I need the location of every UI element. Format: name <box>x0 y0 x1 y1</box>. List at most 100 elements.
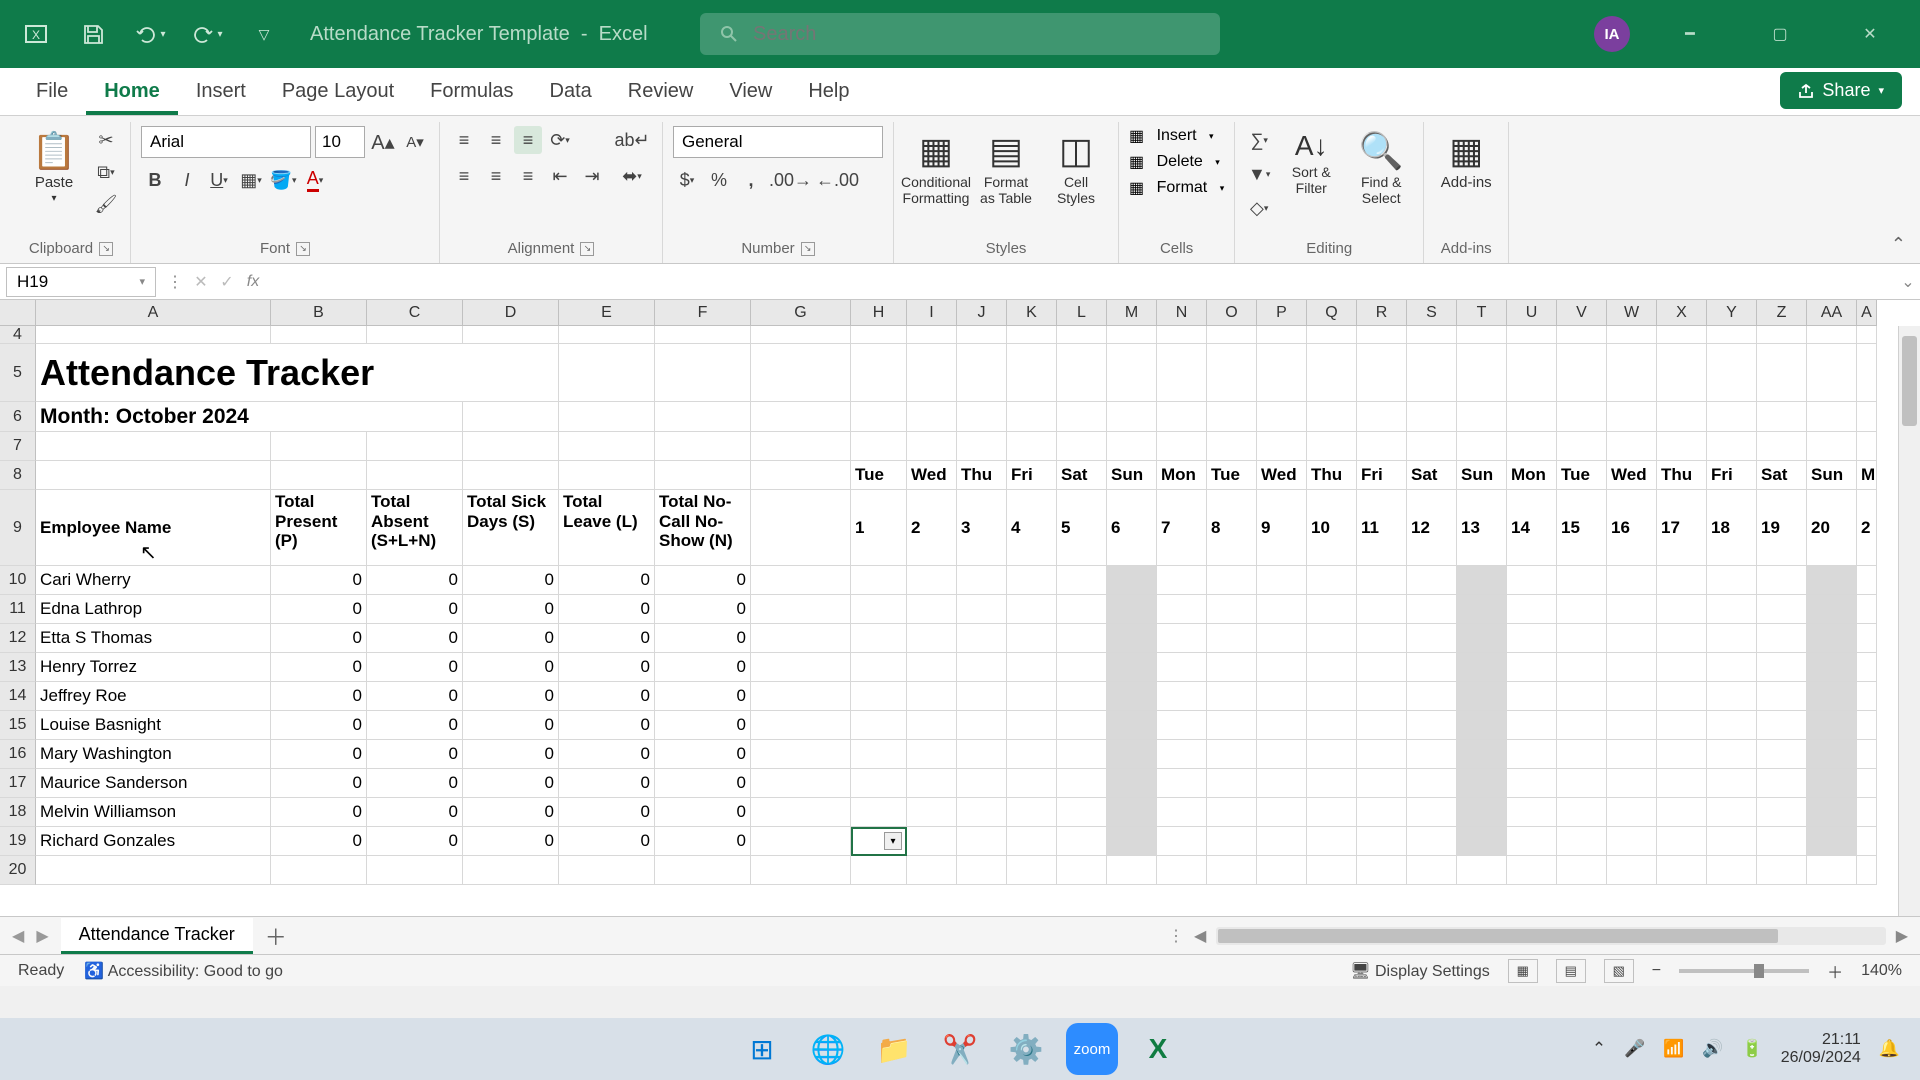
start-menu-icon[interactable]: ⊞ <box>736 1023 788 1075</box>
cell[interactable]: 0 <box>463 769 559 798</box>
cell[interactable] <box>1257 402 1307 432</box>
cell[interactable] <box>1757 856 1807 885</box>
col-header[interactable]: F <box>655 300 751 326</box>
cell[interactable] <box>1407 682 1457 711</box>
search-box[interactable] <box>700 13 1220 55</box>
cell[interactable]: M <box>1857 461 1877 490</box>
cell[interactable] <box>1107 566 1157 595</box>
cell[interactable]: 0 <box>463 827 559 856</box>
cell[interactable] <box>1107 402 1157 432</box>
display-settings-button[interactable]: 🖥 Display Settings <box>1350 961 1489 981</box>
cell[interactable] <box>1257 711 1307 740</box>
cell[interactable] <box>1307 740 1357 769</box>
col-header[interactable]: M <box>1107 300 1157 326</box>
cell[interactable] <box>751 344 851 402</box>
cell[interactable]: 0 <box>463 711 559 740</box>
cell[interactable]: 0 <box>463 624 559 653</box>
cell[interactable]: Employee Name <box>36 490 271 566</box>
cell[interactable]: 5 <box>1057 490 1107 566</box>
cancel-formula-icon[interactable]: ✕ <box>188 272 214 292</box>
cell[interactable] <box>1057 653 1107 682</box>
cell[interactable] <box>751 769 851 798</box>
cell[interactable] <box>1507 798 1557 827</box>
cell[interactable] <box>1657 711 1707 740</box>
cell[interactable] <box>1757 711 1807 740</box>
cell[interactable] <box>1057 432 1107 461</box>
cell[interactable] <box>1257 595 1307 624</box>
cell[interactable] <box>1607 798 1657 827</box>
cell[interactable]: 2 <box>1857 490 1877 566</box>
cell[interactable] <box>1307 653 1357 682</box>
align-top-icon[interactable]: ≡ <box>450 126 478 154</box>
cell[interactable] <box>1857 402 1877 432</box>
cell[interactable]: 0 <box>559 711 655 740</box>
row-header[interactable]: 9 <box>0 490 36 566</box>
cell[interactable] <box>1507 856 1557 885</box>
cell[interactable] <box>1007 624 1057 653</box>
cell[interactable]: 6 <box>1107 490 1157 566</box>
cell[interactable] <box>1707 595 1757 624</box>
cell[interactable] <box>1807 682 1857 711</box>
cell[interactable] <box>1157 653 1207 682</box>
cell[interactable] <box>1507 769 1557 798</box>
cell[interactable]: 0 <box>367 740 463 769</box>
cell[interactable]: 0 <box>271 682 367 711</box>
cell[interactable] <box>751 566 851 595</box>
cell[interactable] <box>1107 740 1157 769</box>
cell[interactable] <box>1807 740 1857 769</box>
cell[interactable] <box>957 566 1007 595</box>
cell[interactable]: 17 <box>1657 490 1707 566</box>
cell[interactable] <box>1007 432 1057 461</box>
cell[interactable] <box>1357 653 1407 682</box>
cell[interactable] <box>1707 566 1757 595</box>
cell[interactable] <box>957 827 1007 856</box>
cell[interactable] <box>367 326 463 344</box>
cell[interactable] <box>271 326 367 344</box>
page-layout-view-icon[interactable]: ▤ <box>1556 959 1586 983</box>
cell[interactable]: 0 <box>463 653 559 682</box>
cell[interactable] <box>1807 595 1857 624</box>
cell[interactable] <box>1407 432 1457 461</box>
cell[interactable] <box>1107 326 1157 344</box>
cell[interactable] <box>655 402 751 432</box>
battery-icon[interactable]: 🔋 <box>1742 1039 1763 1059</box>
font-color-button[interactable]: A▾ <box>301 166 329 194</box>
collapse-ribbon-icon[interactable]: ⌃ <box>1891 234 1906 255</box>
cell[interactable] <box>1807 326 1857 344</box>
cell[interactable]: 0 <box>655 595 751 624</box>
zoom-in-icon[interactable]: ＋ <box>1827 959 1843 983</box>
cell[interactable] <box>851 402 907 432</box>
cell[interactable] <box>1557 402 1607 432</box>
col-header[interactable]: R <box>1357 300 1407 326</box>
minimize-button[interactable]: ━ <box>1660 14 1720 54</box>
cell[interactable] <box>851 344 907 402</box>
cell[interactable]: Total No-Call No-Show (N) <box>655 490 751 566</box>
cut-icon[interactable]: ✂ <box>92 126 120 154</box>
cell[interactable] <box>1157 682 1207 711</box>
cell[interactable] <box>1657 798 1707 827</box>
cell[interactable]: 0 <box>367 769 463 798</box>
cell[interactable]: 0 <box>271 711 367 740</box>
cell[interactable] <box>1157 595 1207 624</box>
cell[interactable] <box>1007 856 1057 885</box>
menu-tab-home[interactable]: Home <box>86 70 178 115</box>
cell[interactable] <box>1507 402 1557 432</box>
cell[interactable]: Henry Torrez <box>36 653 271 682</box>
cell[interactable] <box>1057 740 1107 769</box>
cell[interactable] <box>463 461 559 490</box>
increase-indent-icon[interactable]: ⇥ <box>578 162 606 190</box>
cell[interactable] <box>1607 653 1657 682</box>
cell[interactable]: 19 <box>1757 490 1807 566</box>
row-header[interactable]: 15 <box>0 711 36 740</box>
cell[interactable] <box>1457 682 1507 711</box>
cell[interactable]: Louise Basnight <box>36 711 271 740</box>
cell[interactable] <box>957 595 1007 624</box>
wrap-text-icon[interactable]: ab↵ <box>612 126 652 154</box>
col-header[interactable]: X <box>1657 300 1707 326</box>
cell[interactable] <box>463 326 559 344</box>
cell[interactable] <box>957 624 1007 653</box>
col-header[interactable]: A <box>36 300 271 326</box>
undo-icon[interactable]: ▾ <box>134 18 166 50</box>
cell[interactable] <box>1457 798 1507 827</box>
clear-icon[interactable]: ◇▾ <box>1245 194 1273 222</box>
